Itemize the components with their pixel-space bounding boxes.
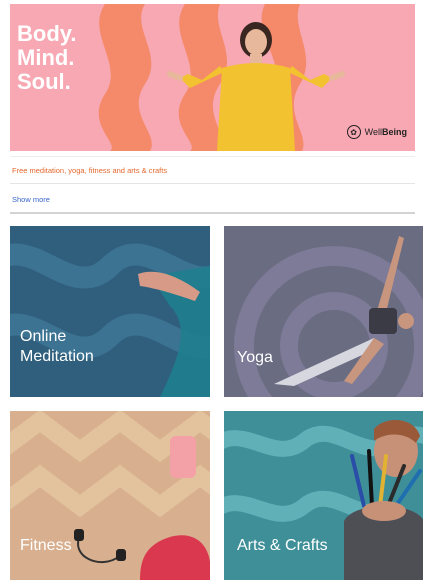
category-card-arts-and-crafts[interactable]: Arts & Crafts (224, 411, 423, 580)
category-card-online-meditation[interactable]: Online Meditation (10, 226, 210, 397)
card-label-line-1: Yoga (237, 349, 273, 366)
tagline-bar: Free meditation, yoga, fitness and arts … (10, 156, 415, 184)
lotus-icon: ✿ (346, 125, 361, 139)
show-more-link[interactable]: Show more (12, 195, 50, 204)
meditation-card-image (10, 226, 210, 397)
card-label-line-1: Online (20, 328, 67, 345)
card-label: Yoga (237, 348, 273, 368)
hero-title-line-1: Body. (17, 21, 77, 46)
link-bar: Show more (10, 186, 415, 214)
card-label-line-2: Meditation (20, 348, 94, 365)
hero-title-line-3: Soul. (17, 69, 71, 94)
category-card-yoga[interactable]: Yoga (224, 226, 423, 397)
brand-name-regular: Well (364, 127, 382, 137)
hero-banner[interactable]: Body. Mind. Soul. ✿ Well Being (10, 4, 415, 151)
card-label: Online Meditation (20, 327, 94, 367)
brand-name-bold: Being (381, 127, 407, 137)
category-card-fitness[interactable]: Fitness (10, 411, 210, 580)
card-label-line-1: Fitness (20, 537, 72, 554)
brand-logo: ✿ Well Being (346, 125, 407, 139)
tagline-text: Free meditation, yoga, fitness and arts … (12, 165, 168, 175)
yoga-card-image (224, 226, 423, 397)
card-label-line-1: Arts & Crafts (237, 537, 328, 554)
hero-title-line-2: Mind. (17, 45, 75, 70)
hero-title: Body. Mind. Soul. (17, 22, 76, 94)
card-label: Arts & Crafts (237, 536, 328, 556)
card-label: Fitness (20, 536, 72, 556)
